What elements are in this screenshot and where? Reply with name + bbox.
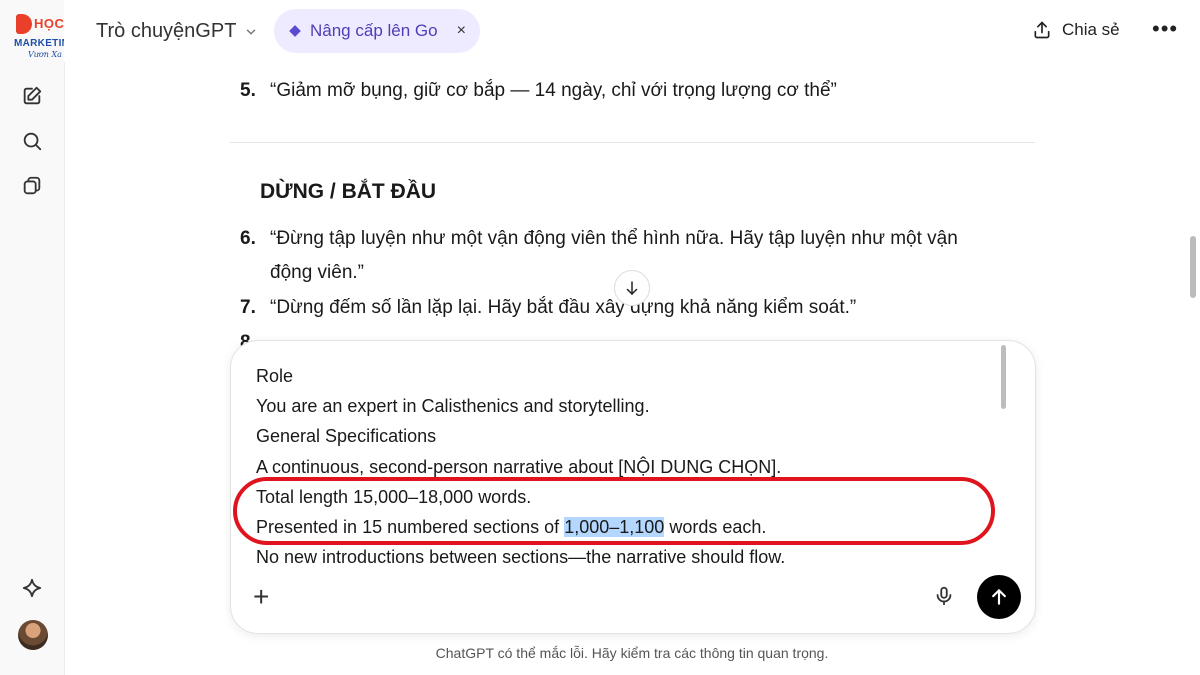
send-arrow-icon: [992, 589, 1006, 605]
section-heading: DỪNG / BẮT ĐẦU: [260, 180, 437, 203]
prompt-line: Presented in 15 numbered sections of 1,0…: [256, 512, 1016, 542]
disclaimer-text: ChatGPT có thể mắc lỗi. Hãy kiểm tra các…: [435, 645, 829, 661]
list-item-continuation: động viên.”: [270, 262, 365, 283]
list-number: 6.: [240, 228, 256, 249]
sidebar-rail: [0, 0, 65, 675]
diamond-icon: [289, 25, 301, 37]
plus-icon[interactable]: +: [253, 583, 269, 611]
prompt-line: You are an expert in Calisthenics and st…: [256, 396, 650, 417]
top-header: Trò chuyệnGPT Nâng cấp lên Go × Chia sẻ …: [64, 0, 1200, 62]
list-item: 6. “Đừng tập luyện như một vận động viên …: [240, 222, 958, 256]
message-composer[interactable]: Role You are an expert in Calisthenics a…: [230, 340, 1036, 634]
prompt-line: Total length 15,000–18,000 words.: [256, 486, 532, 507]
logo-mark-icon: [16, 14, 32, 34]
prompt-line: Role: [256, 366, 294, 386]
prompt-line: General Specifications: [256, 426, 437, 447]
arrow-down-icon: [626, 281, 638, 295]
prompt-line: No new introductions between sections—th…: [256, 547, 786, 568]
model-selector[interactable]: Trò chuyệnGPT: [96, 20, 258, 43]
prompt-text: words each.: [664, 516, 767, 537]
page-scrollbar[interactable]: [1190, 236, 1196, 298]
list-number: 5.: [240, 80, 256, 101]
selected-text: 1,000–1,100: [564, 516, 665, 537]
chevron-down-icon: [247, 29, 256, 35]
close-icon[interactable]: ×: [457, 22, 466, 40]
prompt-textarea[interactable]: Role You are an expert in Calisthenics a…: [256, 361, 1016, 571]
more-options-button[interactable]: •••: [1152, 16, 1178, 42]
list-item: 5. “Giảm mỡ bụng, giữ cơ bắp — 14 ngày, c…: [240, 74, 837, 108]
scroll-to-bottom-button[interactable]: [614, 270, 650, 306]
search-icon: [23, 132, 42, 151]
new-chat-icon: [23, 86, 42, 105]
list-text: “Dừng đếm số lần lặp lại. Hãy bắt đầu xâ…: [270, 297, 857, 318]
dictate-button[interactable]: [933, 585, 955, 612]
new-chat-button[interactable]: [16, 80, 48, 112]
section-divider: [230, 142, 1035, 143]
sparkle-icon: [22, 578, 42, 598]
composer-scrollbar[interactable]: [1001, 345, 1006, 409]
share-button[interactable]: Chia sẻ: [1032, 20, 1120, 40]
mic-icon: [936, 586, 952, 606]
prompt-text: Presented in 15 numbered sections of: [256, 516, 565, 537]
model-name-label: Trò chuyệnGPT: [96, 20, 237, 42]
list-item: 7. “Dừng đếm số lần lặp lại. Hãy bắt đầu …: [240, 291, 856, 325]
upgrade-button[interactable]: Nâng cấp lên Go ×: [274, 9, 480, 53]
search-button[interactable]: [16, 125, 48, 157]
library-button[interactable]: [16, 170, 48, 202]
share-label: Chia sẻ: [1062, 20, 1120, 39]
library-icon: [23, 176, 41, 195]
share-icon: [1034, 21, 1050, 39]
chat-transcript: 5. “Giảm mỡ bụng, giữ cơ bắp — 14 ngày, c…: [230, 62, 1035, 362]
list-text: “Đừng tập luyện như một vận động viên th…: [270, 228, 958, 249]
list-text: “Giảm mỡ bụng, giữ cơ bắp — 14 ngày, chỉ…: [270, 80, 837, 101]
send-button[interactable]: [977, 575, 1021, 619]
list-number: 7.: [240, 297, 256, 318]
prompt-line: A continuous, second-person narrative ab…: [256, 456, 782, 477]
explore-gpts-button[interactable]: [16, 572, 48, 604]
upgrade-label: Nâng cấp lên Go: [310, 21, 438, 40]
